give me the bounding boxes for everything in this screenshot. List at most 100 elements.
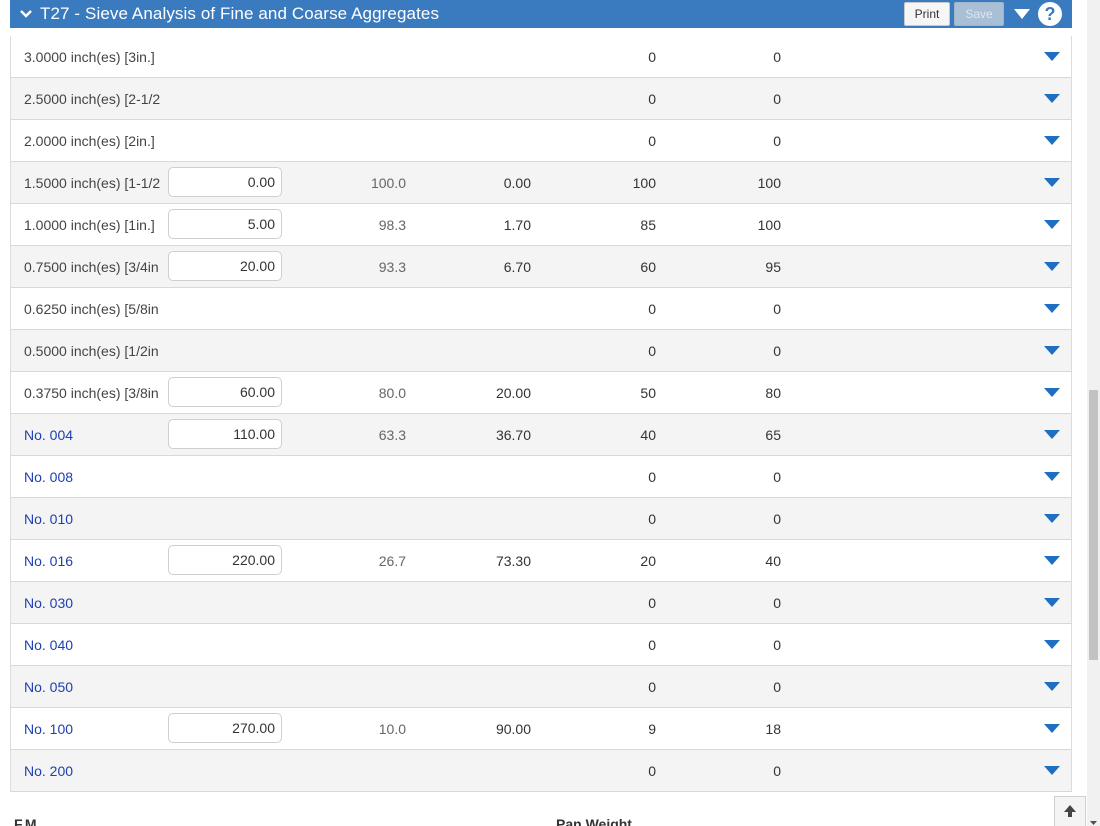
section-header[interactable]: T27 - Sieve Analysis of Fine and Coarse … [10, 0, 1072, 28]
table-row: No. 100 10.0 90.00 9 18 [11, 708, 1071, 750]
caret-down-icon[interactable] [1043, 134, 1061, 146]
caret-down-icon[interactable] [1043, 596, 1061, 608]
sieve-link[interactable]: No. 100 [24, 708, 164, 750]
spec-max-cell: 0 [773, 679, 781, 695]
caret-down-icon[interactable] [1043, 176, 1061, 188]
percent-retained-cell: 0.00 [503, 175, 531, 191]
sieve-label: 2.0000 inch(es) [2in.] [24, 133, 155, 149]
weight-input[interactable] [168, 545, 282, 575]
spec-min-cell: 0 [648, 49, 656, 65]
sieve-link[interactable]: No. 008 [24, 456, 164, 498]
weight-input[interactable] [168, 251, 282, 281]
caret-down-icon[interactable] [1043, 764, 1061, 776]
spec-min-cell: 40 [640, 427, 656, 443]
spec-max-cell: 100 [757, 175, 781, 191]
spec-min-cell: 0 [648, 595, 656, 611]
spec-min-cell: 0 [648, 469, 656, 485]
spec-min-cell: 50 [640, 385, 656, 401]
spec-max-cell: 100 [757, 217, 781, 233]
spec-max-cell: 0 [773, 763, 781, 779]
spec-max-cell: 80 [765, 385, 781, 401]
caret-down-icon[interactable] [1043, 512, 1061, 524]
sieve-label: 0.7500 inch(es) [3/4in [24, 259, 159, 275]
caret-down-icon[interactable] [1043, 50, 1061, 62]
caret-down-icon[interactable] [1043, 344, 1061, 356]
spec-min-cell: 60 [640, 259, 656, 275]
caret-down-icon[interactable] [1012, 2, 1032, 26]
sieve-link[interactable]: No. 200 [24, 750, 164, 792]
caret-down-icon[interactable] [1043, 260, 1061, 272]
spec-max-cell: 0 [773, 595, 781, 611]
percent-retained-cell: 1.70 [503, 217, 531, 233]
table-row: No. 004 63.3 36.70 40 65 [11, 414, 1071, 456]
percent-passing-cell: 100.0 [370, 175, 406, 191]
print-button[interactable]: Print [904, 2, 950, 26]
table-row: 2.5000 inch(es) [2-1/2 0 0 [11, 78, 1071, 120]
save-button[interactable]: Save [954, 2, 1004, 26]
help-icon[interactable]: ? [1038, 2, 1062, 26]
pan-weight-label: Pan Weight [556, 816, 632, 826]
percent-retained-cell: 90.00 [495, 721, 531, 737]
spec-min-cell: 85 [640, 217, 656, 233]
caret-down-icon[interactable] [1043, 302, 1061, 314]
sieve-label: 3.0000 inch(es) [3in.] [24, 49, 155, 65]
sieve-link[interactable]: No. 040 [24, 624, 164, 666]
spec-min-cell: 0 [648, 763, 656, 779]
percent-retained-cell: 6.70 [503, 259, 531, 275]
scroll-down-arrow-icon[interactable] [1089, 814, 1098, 825]
caret-down-icon[interactable] [1043, 638, 1061, 650]
spec-max-cell: 0 [773, 49, 781, 65]
caret-down-icon[interactable] [1043, 680, 1061, 692]
weight-input[interactable] [168, 167, 282, 197]
scrollbar-thumb[interactable] [1089, 390, 1098, 660]
scroll-to-top-button[interactable] [1054, 796, 1086, 826]
sieve-link[interactable]: No. 050 [24, 666, 164, 708]
weight-input[interactable] [168, 419, 282, 449]
table-row: No. 030 0 0 [11, 582, 1071, 624]
sieve-label: 2.5000 inch(es) [2-1/2 [24, 91, 161, 107]
caret-down-icon[interactable] [1043, 218, 1061, 230]
table-row: No. 016 26.7 73.30 20 40 [11, 540, 1071, 582]
spec-min-cell: 9 [648, 721, 656, 737]
percent-passing-cell: 98.3 [378, 217, 406, 233]
spec-min-cell: 0 [648, 133, 656, 149]
spec-max-cell: 0 [773, 301, 781, 317]
table-row: 0.3750 inch(es) [3/8in 80.0 20.00 50 80 [11, 372, 1071, 414]
sieve-link[interactable]: No. 010 [24, 498, 164, 540]
sieve-table: 3.0000 inch(es) [3in.] 0 0 2.5000 inch(es) … [10, 36, 1072, 792]
spec-min-cell: 100 [632, 175, 656, 191]
weight-input[interactable] [168, 377, 282, 407]
table-row: No. 008 0 0 [11, 456, 1071, 498]
spec-min-cell: 0 [648, 91, 656, 107]
caret-down-icon[interactable] [1043, 428, 1061, 440]
sieve-label: 0.3750 inch(es) [3/8in [24, 385, 159, 401]
table-row: 2.0000 inch(es) [2in.] 0 0 [11, 120, 1071, 162]
spec-max-cell: 65 [765, 427, 781, 443]
weight-input[interactable] [168, 713, 282, 743]
sieve-link[interactable]: No. 004 [24, 414, 164, 456]
percent-passing-cell: 93.3 [378, 259, 406, 275]
percent-passing-cell: 80.0 [378, 385, 406, 401]
caret-down-icon[interactable] [1043, 722, 1061, 734]
spec-min-cell: 0 [648, 343, 656, 359]
caret-down-icon[interactable] [1043, 92, 1061, 104]
spec-max-cell: 0 [773, 637, 781, 653]
spec-max-cell: 0 [773, 343, 781, 359]
weight-input[interactable] [168, 209, 282, 239]
sieve-link[interactable]: No. 016 [24, 540, 164, 582]
spec-min-cell: 0 [648, 301, 656, 317]
table-row: 0.6250 inch(es) [5/8in 0 0 [11, 288, 1071, 330]
sieve-label: 1.5000 inch(es) [1-1/2 [24, 175, 161, 191]
table-row: No. 010 0 0 [11, 498, 1071, 540]
spec-min-cell: 0 [648, 637, 656, 653]
chevron-down-icon[interactable] [20, 7, 34, 21]
sieve-link[interactable]: No. 030 [24, 582, 164, 624]
table-row: No. 200 0 0 [11, 750, 1071, 792]
caret-down-icon[interactable] [1043, 386, 1061, 398]
caret-down-icon[interactable] [1043, 470, 1061, 482]
section-title: T27 - Sieve Analysis of Fine and Coarse … [40, 4, 440, 23]
percent-passing-cell: 63.3 [378, 427, 406, 443]
table-row: 1.0000 inch(es) [1in.] 98.3 1.70 85 100 [11, 204, 1071, 246]
caret-down-icon[interactable] [1043, 554, 1061, 566]
percent-retained-cell: 36.70 [495, 427, 531, 443]
